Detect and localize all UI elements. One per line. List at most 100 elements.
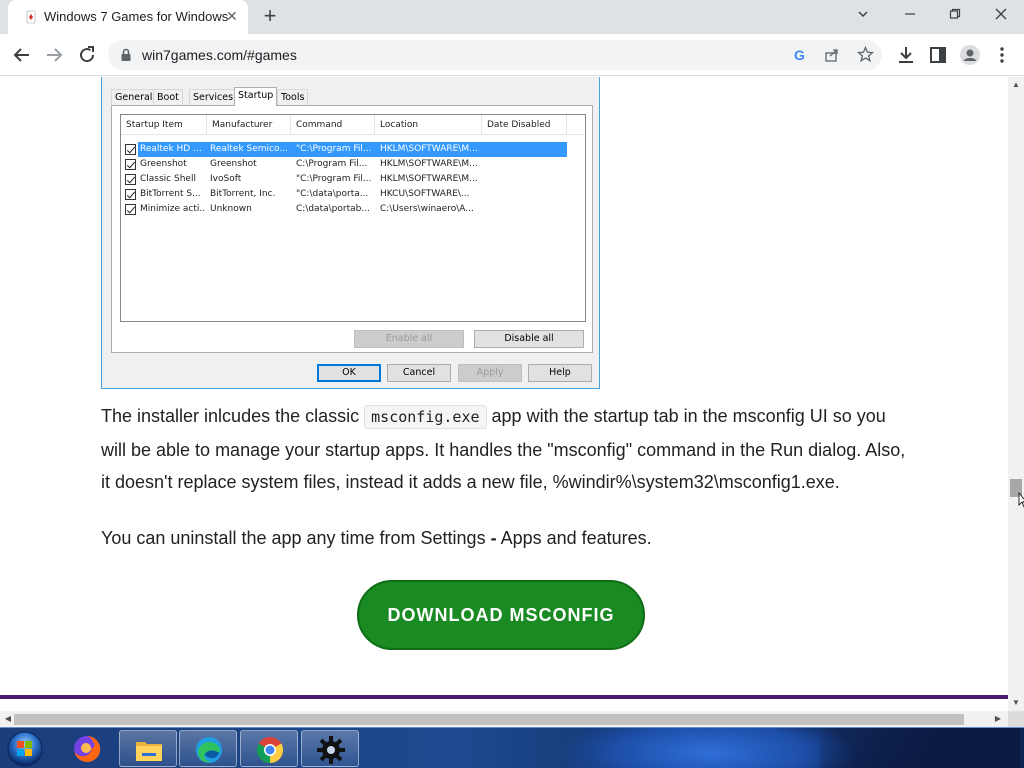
- scrollbar-corner: [1008, 711, 1024, 727]
- command: C:\Program Fil...: [296, 159, 368, 169]
- taskbar-edge[interactable]: [179, 730, 237, 767]
- taskbar-firefox[interactable]: [58, 730, 116, 767]
- article-paragraph: You can uninstall the app any time from …: [101, 522, 911, 555]
- download-msconfig-button[interactable]: DOWNLOAD MSCONFIG: [357, 580, 645, 650]
- scroll-down-arrow-icon[interactable]: ▼: [1012, 699, 1020, 707]
- startup-row: Realtek HD ... Realtek Semico... "C:\Pro…: [121, 142, 567, 157]
- location: HKLM\SOFTWARE\M...: [380, 144, 478, 154]
- startup-row: Greenshot Greenshot C:\Program Fil... HK…: [121, 157, 567, 172]
- svg-text:G: G: [794, 47, 805, 63]
- manufacturer: Greenshot: [210, 159, 257, 169]
- startup-list: Startup Item Manufacturer Command Locati…: [120, 114, 586, 322]
- startup-item: BitTorrent S...: [140, 189, 201, 199]
- startup-row: Minimize acti... Unknown C:\data\portab.…: [121, 202, 567, 217]
- scroll-left-arrow-icon[interactable]: ◀: [4, 715, 12, 723]
- manufacturer: Realtek Semico...: [210, 144, 288, 154]
- msconfig-tab-services: Services: [189, 89, 238, 105]
- checkbox-checked-icon: [125, 174, 136, 185]
- tab-strip: Windows 7 Games for Windows ✕ +: [0, 0, 1024, 34]
- manufacturer: Unknown: [210, 204, 252, 214]
- column-header: Date Disabled: [482, 115, 567, 135]
- paragraph-text: The installer inlcudes the classic: [101, 406, 360, 426]
- taskbar-chrome[interactable]: [240, 730, 298, 767]
- msconfig-tab-tools: Tools: [277, 89, 309, 105]
- checkbox-checked-icon: [125, 204, 136, 215]
- inline-code: msconfig.exe: [364, 405, 487, 429]
- paragraph-text: You can uninstall the app any time from …: [101, 528, 491, 548]
- minimize-button[interactable]: [898, 4, 922, 26]
- help-button: Help: [528, 364, 592, 382]
- msconfig-tab-startup: Startup: [234, 87, 278, 106]
- tab-title: Windows 7 Games for Windows: [44, 9, 229, 24]
- new-tab-button[interactable]: +: [259, 3, 281, 29]
- start-button[interactable]: [4, 729, 46, 768]
- startup-row: BitTorrent S... BitTorrent, Inc. "C:\dat…: [121, 187, 567, 202]
- page-content: General Boot Services Startup Tools Star…: [0, 77, 1008, 711]
- windows-taskbar: [0, 727, 1024, 768]
- scroll-right-arrow-icon[interactable]: ▶: [994, 715, 1002, 723]
- google-icon[interactable]: G: [792, 47, 808, 68]
- folder-icon: [136, 742, 162, 761]
- checkbox-checked-icon: [125, 189, 136, 200]
- url-text[interactable]: win7games.com/#games: [142, 47, 297, 63]
- startup-item: Minimize acti...: [140, 204, 206, 214]
- command: "C:\Program Fil...: [296, 174, 372, 184]
- msconfig-startup-panel: Startup Item Manufacturer Command Locati…: [111, 105, 593, 353]
- address-bar[interactable]: win7games.com/#games G: [108, 40, 882, 70]
- startup-item: Realtek HD ...: [140, 144, 202, 154]
- command: "C:\Program Fil...: [296, 144, 372, 154]
- msconfig-tab-general: General: [111, 89, 157, 105]
- apply-button: Apply: [458, 364, 522, 382]
- vertical-scrollbar[interactable]: ▲ ▼: [1008, 77, 1024, 711]
- startup-item: Classic Shell: [140, 174, 196, 184]
- msconfig-screenshot: General Boot Services Startup Tools Star…: [101, 77, 600, 389]
- chrome-icon: [256, 737, 284, 764]
- enable-all-button: Enable all: [354, 330, 464, 348]
- location: HKCU\SOFTWARE\...: [380, 189, 470, 199]
- command: C:\data\portab...: [296, 204, 370, 214]
- edge-icon: [196, 737, 222, 763]
- msconfig-tab-boot: Boot: [153, 89, 183, 105]
- disable-all-button: Disable all: [474, 330, 584, 348]
- cancel-button: Cancel: [387, 364, 451, 382]
- back-arrow-icon[interactable]: [10, 43, 34, 67]
- mouse-cursor-icon: [1018, 492, 1024, 508]
- paragraph-text: Apps and features.: [496, 528, 652, 548]
- browser-toolbar: win7games.com/#games G: [0, 34, 1024, 76]
- scroll-up-arrow-icon[interactable]: ▲: [1012, 81, 1020, 89]
- reload-icon[interactable]: [75, 43, 99, 67]
- startup-item: Greenshot: [140, 159, 187, 169]
- startup-row: Classic Shell IvoSoft "C:\Program Fil...…: [121, 172, 567, 187]
- restore-button[interactable]: [943, 4, 967, 26]
- horizontal-scroll-thumb[interactable]: [14, 714, 964, 725]
- lock-icon[interactable]: [120, 48, 132, 62]
- command: "C:\data\porta...: [296, 189, 369, 199]
- taskbar-file-explorer[interactable]: [119, 730, 177, 767]
- download-icon[interactable]: [894, 43, 918, 67]
- checkbox-checked-icon: [125, 144, 136, 155]
- section-divider: [0, 695, 1008, 699]
- location: HKLM\SOFTWARE\M...: [380, 174, 478, 184]
- location: HKLM\SOFTWARE\M...: [380, 159, 478, 169]
- close-tab-icon[interactable]: ✕: [226, 8, 238, 25]
- profile-icon[interactable]: [958, 43, 982, 67]
- location: C:\Users\winaero\A...: [380, 204, 474, 214]
- firefox-icon: [74, 735, 101, 762]
- kebab-menu-icon[interactable]: [990, 43, 1014, 67]
- checkbox-checked-icon: [125, 159, 136, 170]
- bookmark-star-icon[interactable]: [856, 45, 875, 68]
- manufacturer: BitTorrent, Inc.: [210, 189, 276, 199]
- browser-tab[interactable]: Windows 7 Games for Windows ✕: [8, 0, 248, 34]
- taskbar-settings[interactable]: [301, 730, 359, 767]
- manufacturer: IvoSoft: [210, 174, 242, 184]
- side-panel-icon[interactable]: [926, 43, 950, 67]
- close-window-button[interactable]: [989, 4, 1013, 26]
- cards-favicon-icon: [26, 10, 36, 24]
- share-icon[interactable]: [824, 47, 840, 68]
- startup-list-header: Startup Item Manufacturer Command Locati…: [121, 115, 585, 135]
- horizontal-scrollbar[interactable]: ◀ ▶: [0, 711, 1008, 727]
- forward-arrow-icon[interactable]: [42, 43, 66, 67]
- tab-search-icon[interactable]: [851, 4, 875, 26]
- column-header: Command: [291, 115, 375, 135]
- gear-icon: [317, 736, 345, 764]
